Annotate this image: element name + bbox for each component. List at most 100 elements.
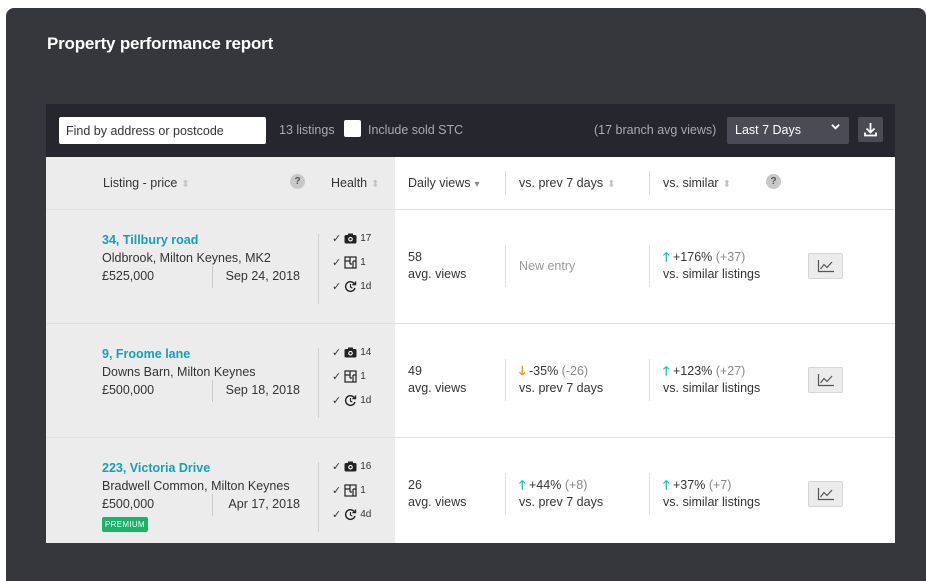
- health-updated: ✓ 4d: [332, 508, 371, 521]
- vs-prev-metric: 🡑 +44% (+8) vs. prev 7 days: [519, 477, 603, 511]
- updated-ago: 4d: [360, 509, 372, 520]
- check-icon: ✓: [332, 485, 342, 497]
- vs-similar-metric: 🡑 +123% (+27) vs. similar listings: [663, 363, 760, 397]
- prev-pct: +44%: [529, 478, 562, 492]
- check-icon: ✓: [332, 347, 342, 359]
- table-header: Listing - price ⬍ ? Health ⬍ Daily views ▾ …: [46, 157, 895, 210]
- download-button[interactable]: [858, 117, 883, 142]
- check-icon: ✓: [332, 257, 342, 269]
- updated-ago: 1d: [360, 395, 372, 406]
- health-photos: ✓ 16: [332, 460, 371, 473]
- health-photos: ✓ 14: [332, 346, 371, 359]
- camera-icon: [344, 233, 357, 244]
- period-select[interactable]: Last 7 Days: [727, 117, 849, 144]
- similar-pct: +37%: [673, 478, 706, 492]
- photos-count: 14: [360, 347, 372, 358]
- divider: [212, 266, 213, 288]
- divider: [505, 171, 506, 195]
- prev-delta: (+8): [564, 478, 588, 492]
- view-chart-button[interactable]: [808, 481, 843, 507]
- refresh-icon: [345, 281, 357, 292]
- listing-date: Sep 24, 2018: [225, 269, 300, 283]
- prev-delta: (-26): [561, 364, 589, 378]
- period-select-value: Last 7 Days: [735, 123, 802, 137]
- check-icon: ✓: [332, 371, 342, 383]
- vs-similar-metric: 🡑 +176% (+37) vs. similar listings: [663, 249, 760, 283]
- include-sold-checkbox[interactable]: [344, 120, 361, 137]
- floorplan-icon: [344, 484, 357, 497]
- listing-date: Apr 17, 2018: [228, 497, 300, 511]
- prev-change: 🡓 -35% (-26) vs. prev 7 days: [519, 364, 603, 395]
- health-floorplans: ✓ 1: [332, 370, 366, 383]
- divider: [649, 171, 650, 195]
- vs-similar-metric: 🡑 +37% (+7) vs. similar listings: [663, 477, 760, 511]
- header-health[interactable]: Health ⬍: [331, 176, 380, 190]
- floorplans-count: 1: [360, 257, 366, 268]
- sort-icon: ⬍: [371, 179, 380, 190]
- divider: [505, 473, 506, 515]
- header-vs-similar-label: vs. similar: [663, 176, 719, 190]
- help-icon[interactable]: ?: [766, 174, 781, 189]
- similar-delta: (+27): [715, 364, 746, 378]
- trend-up-icon: 🡑: [663, 364, 670, 378]
- header-listing-price-label: Listing - price: [103, 176, 178, 190]
- report-panel: 13 listings Include sold STC (17 branch …: [46, 104, 895, 543]
- header-vs-similar[interactable]: vs. similar ⬍: [663, 176, 731, 190]
- include-sold-label: Include sold STC: [368, 123, 464, 137]
- listings-count: 13 listings: [279, 123, 335, 137]
- health-photos: ✓ 17: [332, 232, 371, 245]
- vs-prev-metric: New entry: [519, 258, 575, 275]
- chevron-down-icon: [831, 122, 840, 134]
- view-chart-button[interactable]: [808, 253, 843, 279]
- similar-delta: (+37): [715, 250, 746, 264]
- header-listing-price[interactable]: Listing - price ⬍: [103, 176, 190, 190]
- line-chart-icon: [817, 488, 834, 501]
- header-daily-views-label: Daily views: [408, 176, 471, 190]
- search-input[interactable]: [59, 117, 266, 144]
- floorplan-icon: [344, 370, 357, 383]
- updated-ago: 1d: [360, 281, 372, 292]
- photos-count: 16: [360, 461, 372, 472]
- similar-label: vs. similar listings: [663, 381, 761, 395]
- listing-date: Sep 18, 2018: [225, 383, 300, 397]
- listing-price: £500,000: [102, 497, 155, 511]
- check-icon: ✓: [332, 395, 342, 407]
- trend-up-icon: 🡑: [663, 250, 670, 264]
- divider: [649, 473, 650, 515]
- daily-views-value: 26: [408, 478, 422, 492]
- floorplans-count: 1: [360, 371, 366, 382]
- daily-views: 49 avg. views: [408, 363, 466, 397]
- divider: [318, 462, 319, 532]
- listing-address-link[interactable]: 9, Froome lane: [102, 347, 190, 361]
- similar-label: vs. similar listings: [663, 267, 761, 281]
- check-icon: ✓: [332, 461, 342, 473]
- listing-area: Downs Barn, Milton Keynes: [102, 365, 256, 379]
- daily-views: 26 avg. views: [408, 477, 466, 511]
- header-daily-views[interactable]: Daily views ▾: [408, 176, 480, 190]
- premium-badge: PREMIUM: [102, 517, 148, 532]
- divider: [318, 234, 319, 304]
- help-icon[interactable]: ?: [290, 174, 305, 189]
- similar-pct: +123%: [673, 364, 713, 378]
- listing-address-link[interactable]: 34, Tillbury road: [102, 233, 198, 247]
- daily-views-unit: avg. views: [408, 267, 467, 281]
- photos-count: 17: [360, 233, 372, 244]
- sort-desc-icon: ▾: [474, 179, 480, 190]
- check-icon: ✓: [332, 233, 342, 245]
- similar-pct: +176%: [673, 250, 713, 264]
- listing-price: £500,000: [102, 383, 155, 397]
- header-vs-prev-label: vs. prev 7 days: [519, 176, 604, 190]
- health-updated: ✓ 1d: [332, 280, 371, 293]
- sort-icon: ⬍: [181, 179, 190, 190]
- view-chart-button[interactable]: [808, 367, 843, 393]
- refresh-icon: [345, 509, 357, 520]
- table-row: 34, Tillbury road Oldbrook, Milton Keyne…: [46, 210, 895, 324]
- sort-icon: ⬍: [607, 179, 616, 190]
- divider: [318, 348, 319, 418]
- similar-label: vs. similar listings: [663, 495, 761, 509]
- header-vs-prev[interactable]: vs. prev 7 days ⬍: [519, 176, 615, 190]
- daily-views: 58 avg. views: [408, 249, 466, 283]
- listing-address-link[interactable]: 223, Victoria Drive: [102, 461, 210, 475]
- divider: [649, 359, 650, 401]
- listing-area: Oldbrook, Milton Keynes, MK2: [102, 251, 271, 265]
